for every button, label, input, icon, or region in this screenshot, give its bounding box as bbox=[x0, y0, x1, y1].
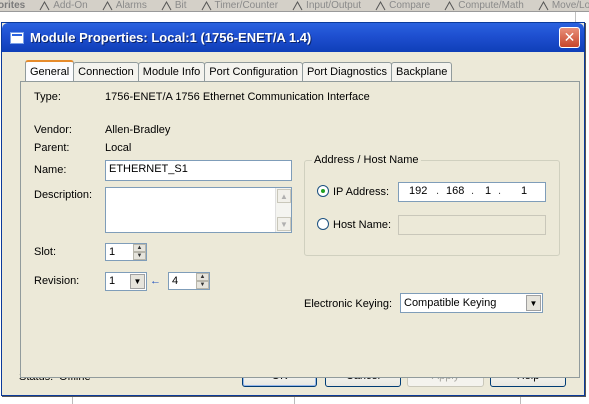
tab-general[interactable]: General bbox=[25, 60, 75, 81]
tab-connection[interactable]: Connection bbox=[73, 62, 139, 81]
revision-minor-value: 4 bbox=[172, 275, 179, 287]
bg-tab-favorites[interactable]: orites bbox=[0, 0, 25, 11]
address-group-label: Address / Host Name bbox=[312, 154, 421, 166]
description-label: Description: bbox=[34, 189, 93, 201]
parent-value: Local bbox=[105, 142, 132, 154]
revision-major-value: 1 bbox=[109, 275, 116, 287]
tab-strip: General Connection Module Info Port Conf… bbox=[25, 60, 453, 81]
tab-backplane[interactable]: Backplane bbox=[391, 62, 453, 81]
ip-dot: . bbox=[471, 185, 475, 197]
vendor-label: Vendor: bbox=[34, 124, 72, 136]
host-name-input[interactable] bbox=[398, 215, 546, 235]
bg-tab-compare[interactable]: Compare bbox=[375, 0, 430, 11]
bg-tab-input-output[interactable]: Input/Output bbox=[292, 0, 361, 11]
spin-up-icon[interactable]: ▲ bbox=[133, 244, 146, 252]
tab-hat-icon bbox=[292, 0, 303, 11]
bg-tab-move-logic[interactable]: Move/Logic bbox=[538, 0, 589, 11]
ip-dot: . bbox=[498, 185, 502, 197]
tab-port-configuration[interactable]: Port Configuration bbox=[204, 62, 303, 81]
ip-address-input[interactable]: 192 . 168 . 1 . 1 bbox=[398, 182, 546, 202]
bg-tab-bit[interactable]: Bit bbox=[161, 0, 187, 11]
dialog-title: Module Properties: Local:1 (1756-ENET/A … bbox=[30, 30, 312, 45]
ip-dot: . bbox=[436, 185, 440, 197]
host-name-label: Host Name: bbox=[333, 219, 392, 231]
vendor-value: Allen-Bradley bbox=[105, 124, 171, 136]
window-icon bbox=[10, 31, 24, 44]
parent-label: Parent: bbox=[34, 142, 70, 154]
description-scrollbar[interactable]: ▲ ▼ bbox=[275, 188, 291, 232]
tab-hat-icon bbox=[201, 0, 211, 11]
spin-up-icon[interactable]: ▲ bbox=[196, 273, 209, 281]
host-name-radio[interactable] bbox=[317, 218, 329, 230]
general-tab-panel: Type: 1756-ENET/A 1756 Ethernet Communic… bbox=[20, 81, 580, 378]
bg-tab-timer-counter[interactable]: Timer/Counter bbox=[201, 0, 278, 11]
ip-address-radio[interactable] bbox=[317, 185, 329, 197]
spin-down-icon[interactable]: ▼ bbox=[133, 252, 146, 260]
dialog-titlebar[interactable]: Module Properties: Local:1 (1756-ENET/A … bbox=[2, 23, 584, 52]
revision-minor-spinner[interactable]: 4 ▲ ▼ bbox=[168, 272, 210, 290]
module-properties-dialog: Module Properties: Local:1 (1756-ENET/A … bbox=[1, 22, 585, 396]
tab-hat-icon bbox=[444, 0, 455, 11]
electronic-keying-select[interactable]: Compatible Keying ▼ bbox=[400, 293, 543, 313]
slot-spinner[interactable]: 1 ▲ ▼ bbox=[105, 243, 147, 261]
chevron-down-icon[interactable]: ▼ bbox=[526, 295, 541, 311]
description-input[interactable]: ▲ ▼ bbox=[105, 187, 292, 233]
tab-port-diagnostics[interactable]: Port Diagnostics bbox=[301, 62, 393, 81]
tab-hat-icon bbox=[538, 0, 549, 11]
ip-octet-1: 192 bbox=[409, 185, 428, 197]
close-button[interactable]: ✕ bbox=[559, 27, 580, 48]
ip-address-label: IP Address: bbox=[333, 186, 390, 198]
type-value: 1756-ENET/A 1756 Ethernet Communication … bbox=[105, 91, 370, 103]
chevron-down-icon[interactable]: ▼ bbox=[130, 274, 145, 289]
arrow-left-icon: ← bbox=[150, 275, 161, 287]
scroll-up-icon[interactable]: ▲ bbox=[277, 189, 291, 203]
electronic-keying-value: Compatible Keying bbox=[404, 297, 497, 309]
scroll-down-icon[interactable]: ▼ bbox=[277, 217, 291, 231]
ip-octet-3: 1 bbox=[485, 185, 492, 197]
tab-hat-icon bbox=[375, 0, 386, 11]
bg-tab-alarms[interactable]: Alarms bbox=[102, 0, 147, 11]
tab-hat-icon bbox=[102, 0, 113, 11]
bg-tab-add-on[interactable]: Add-On bbox=[39, 0, 88, 11]
bg-tab-compute-math[interactable]: Compute/Math bbox=[444, 0, 524, 11]
background-toolbar: orites Add-On Alarms Bit Timer/Counter I… bbox=[0, 0, 589, 12]
slot-label: Slot: bbox=[34, 246, 57, 258]
close-icon: ✕ bbox=[563, 29, 576, 45]
name-input[interactable]: ETHERNET_S1 bbox=[105, 160, 292, 181]
spin-down-icon[interactable]: ▼ bbox=[196, 281, 209, 289]
ip-octet-2: 168 bbox=[446, 185, 465, 197]
revision-label: Revision: bbox=[34, 275, 80, 287]
electronic-keying-label: Electronic Keying: bbox=[304, 298, 393, 310]
tab-hat-icon bbox=[161, 0, 172, 11]
tab-hat-icon bbox=[39, 0, 50, 11]
slot-value: 1 bbox=[109, 246, 116, 258]
revision-major-select[interactable]: 1 ▼ bbox=[105, 272, 147, 291]
type-label: Type: bbox=[34, 91, 61, 103]
address-host-group: Address / Host Name IP Address: 192 . 16… bbox=[304, 154, 560, 256]
name-label: Name: bbox=[34, 164, 67, 176]
ip-octet-4: 1 bbox=[521, 185, 528, 197]
tab-module-info[interactable]: Module Info bbox=[137, 62, 206, 81]
